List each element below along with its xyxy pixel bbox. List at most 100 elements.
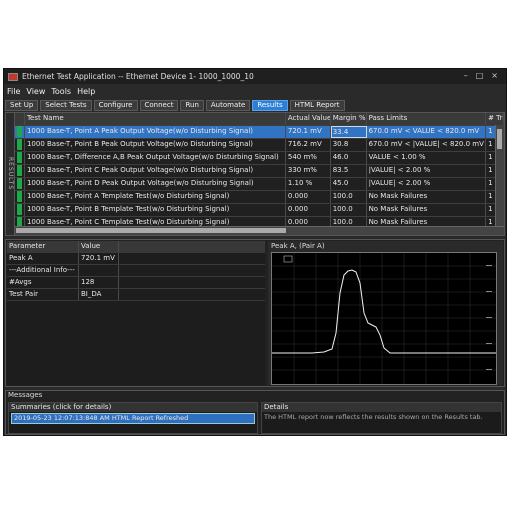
result-name: 1000 Base-T, Point B Peak Output Voltage… <box>25 139 286 151</box>
result-name: 1000 Base-T, Point D Peak Output Voltage… <box>25 178 286 190</box>
result-actual: 540 m% <box>286 152 331 164</box>
results-row[interactable]: 1000 Base-T, Point B Template Test(w/o D… <box>15 204 504 217</box>
param-value: 720.1 mV <box>79 253 119 264</box>
tab-select-tests[interactable]: Select Tests <box>40 100 92 111</box>
result-actual: 0.000 <box>286 191 331 203</box>
details-box: Details The HTML report now reflects the… <box>261 402 502 434</box>
result-limits: VALUE < 1.00 % <box>367 152 487 164</box>
results-row[interactable]: 1000 Base-T, Point A Peak Output Voltage… <box>15 126 504 139</box>
menu-file[interactable]: File <box>7 87 20 96</box>
column-header[interactable]: # Tri <box>486 113 504 125</box>
result-name: 1000 Base-T, Difference A,B Peak Output … <box>25 152 286 164</box>
param-name: #Avgs <box>7 277 79 288</box>
result-name: 1000 Base-T, Point A Peak Output Voltage… <box>25 126 286 138</box>
menu-view[interactable]: View <box>26 87 45 96</box>
result-margin: 46.0 <box>331 152 367 164</box>
param-header-row: Parameter Value <box>7 241 265 253</box>
results-row[interactable]: 1000 Base-T, Point D Peak Output Voltage… <box>15 178 504 191</box>
result-actual: 330 m% <box>286 165 331 177</box>
pass-indicator-icon <box>15 152 25 164</box>
param-value <box>79 265 119 276</box>
menu-tools[interactable]: Tools <box>51 87 71 96</box>
result-limits: No Mask Failures <box>367 204 487 216</box>
window-title: Ethernet Test Application -- Ethernet De… <box>22 72 254 81</box>
app-window: Ethernet Test Application -- Ethernet De… <box>3 68 507 436</box>
results-row[interactable]: 1000 Base-T, Point A Template Test(w/o D… <box>15 191 504 204</box>
result-name: 1000 Base-T, Point C Peak Output Voltage… <box>25 165 286 177</box>
results-row[interactable]: 1000 Base-T, Point C Peak Output Voltage… <box>15 165 504 178</box>
param-column-header: Value <box>79 241 119 252</box>
status-col-header <box>15 113 25 125</box>
column-header[interactable]: Actual Value <box>286 113 331 125</box>
result-margin: 33.4 <box>330 126 367 138</box>
results-vertical-scrollbar[interactable] <box>495 125 504 227</box>
param-name: Peak A <box>7 253 79 264</box>
summaries-list: Summaries (click for details) 2019-05-23… <box>8 402 258 434</box>
pass-indicator-icon <box>15 139 25 151</box>
results-row[interactable]: 1000 Base-T, Point B Peak Output Voltage… <box>15 139 504 152</box>
waveform-trace <box>272 269 496 354</box>
detail-panel: Parameter Value Peak A 720.1 mV ---Additiona… <box>5 239 505 387</box>
menu-bar: File View Tools Help <box>4 86 506 97</box>
column-header[interactable]: Pass Limits <box>367 113 487 125</box>
result-margin: 83.5 <box>331 165 367 177</box>
result-limits: 670.0 mV < |VALUE| < 820.0 mV <box>367 139 487 151</box>
result-margin: 45.0 <box>331 178 367 190</box>
result-name: 1000 Base-T, Point B Template Test(w/o D… <box>25 204 286 216</box>
result-limits: 670.0 mV < VALUE < 820.0 mV <box>367 126 487 138</box>
param-row: Peak A 720.1 mV <box>7 253 265 265</box>
tab-configure[interactable]: Configure <box>93 100 138 111</box>
result-name: 1000 Base-T, Point A Template Test(w/o D… <box>25 191 286 203</box>
pass-indicator-icon <box>15 204 25 216</box>
tab-results[interactable]: Results <box>252 100 288 111</box>
waveform-title: Peak A, (Pair A) <box>271 242 325 250</box>
title-bar: Ethernet Test Application -- Ethernet De… <box>4 69 506 84</box>
param-name: Test Pair <box>7 289 79 300</box>
results-row[interactable]: 1000 Base-T, Difference A,B Peak Output … <box>15 152 504 165</box>
window-controls: – □ × <box>464 71 498 80</box>
param-row: ---Additional Info--- <box>7 265 265 277</box>
menu-help[interactable]: Help <box>77 87 95 96</box>
result-margin: 100.0 <box>331 204 367 216</box>
scope-grid <box>272 253 496 384</box>
tab-html-report[interactable]: HTML Report <box>289 100 345 111</box>
pass-indicator-icon <box>15 178 25 190</box>
messages-title: Messages <box>8 391 43 399</box>
tab-connect[interactable]: Connect <box>139 100 179 111</box>
waveform-plot[interactable] <box>271 252 497 385</box>
param-name: ---Additional Info--- <box>7 265 79 276</box>
details-header: Details <box>262 403 501 412</box>
pass-indicator-icon <box>15 126 25 138</box>
pass-indicator-icon <box>15 165 25 177</box>
tab-set-up[interactable]: Set Up <box>5 100 39 111</box>
results-horizontal-scrollbar[interactable] <box>15 226 504 235</box>
waveform-panel: Peak A, (Pair A) <box>268 241 503 385</box>
results-table: Test Name Actual Value Margin % Pass Limits… <box>15 113 504 235</box>
param-row: #Avgs 128 <box>7 277 265 289</box>
param-row: Test Pair BI_DA <box>7 289 265 301</box>
result-actual: 720.1 mV <box>286 126 331 138</box>
waveform-svg <box>272 253 496 384</box>
details-text: The HTML report now reflects the results… <box>264 413 483 421</box>
result-actual: 0.000 <box>286 204 331 216</box>
parameter-table: Parameter Value Peak A 720.1 mV ---Additiona… <box>7 241 265 385</box>
param-column-header: Parameter <box>7 241 79 252</box>
results-header-row: Test Name Actual Value Margin % Pass Limits… <box>15 113 504 126</box>
results-side-label: RESULTS <box>6 113 15 235</box>
column-header[interactable]: Margin % <box>331 113 367 125</box>
close-icon[interactable]: × <box>491 71 498 80</box>
result-actual: 716.2 mV <box>286 139 331 151</box>
tab-run[interactable]: Run <box>180 100 204 111</box>
result-margin: 30.8 <box>331 139 367 151</box>
column-header[interactable]: Test Name <box>25 113 286 125</box>
tab-automate[interactable]: Automate <box>205 100 251 111</box>
cursor-marker <box>283 255 293 263</box>
param-value: BI_DA <box>79 289 119 300</box>
result-limits: |VALUE| < 2.00 % <box>367 178 487 190</box>
result-limits: |VALUE| < 2.00 % <box>367 165 487 177</box>
maximize-icon[interactable]: □ <box>476 71 484 80</box>
summary-item[interactable]: 2019-05-23 12:07:13:848 AM HTML Report R… <box>11 413 255 424</box>
minimize-icon[interactable]: – <box>464 71 468 80</box>
result-limits: No Mask Failures <box>367 191 487 203</box>
result-actual: 1.10 % <box>286 178 331 190</box>
